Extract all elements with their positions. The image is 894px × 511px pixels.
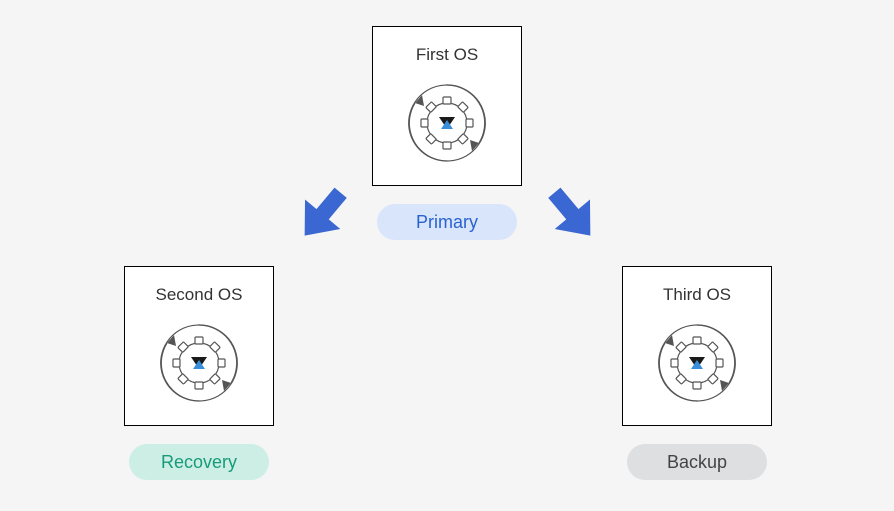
badge-label: Primary: [416, 212, 478, 233]
badge-label: Backup: [667, 452, 727, 473]
os-node-primary: First OS: [372, 26, 522, 186]
os-node-backup: Third OS: [622, 266, 772, 426]
os-title: Third OS: [663, 285, 731, 305]
os-box: Third OS: [622, 266, 772, 426]
os-box: Second OS: [124, 266, 274, 426]
badge-backup: Backup: [627, 444, 767, 480]
arrow-down-right-icon: [538, 180, 608, 250]
badge-label: Recovery: [161, 452, 237, 473]
gear-cycle-icon: [149, 313, 249, 413]
gear-cycle-icon: [647, 313, 747, 413]
os-title: First OS: [416, 45, 478, 65]
badge-primary: Primary: [377, 204, 517, 240]
os-node-recovery: Second OS: [124, 266, 274, 426]
arrow-down-left-icon: [287, 180, 357, 250]
os-box: First OS: [372, 26, 522, 186]
os-title: Second OS: [156, 285, 243, 305]
badge-recovery: Recovery: [129, 444, 269, 480]
gear-cycle-icon: [397, 73, 497, 173]
